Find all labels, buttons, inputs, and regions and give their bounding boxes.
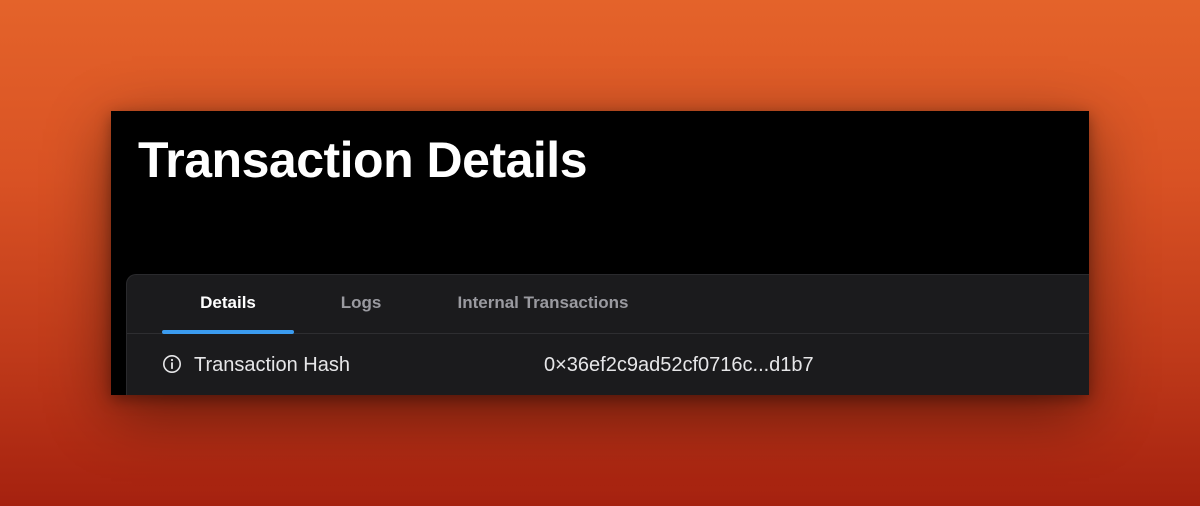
details-card: Details Logs Internal Transactions Trans… [126, 274, 1089, 395]
transaction-hash-value[interactable]: 0×36ef2c9ad52cf0716c...d1b7 [544, 352, 814, 378]
tab-logs-label: Logs [340, 293, 382, 312]
tab-internal-transactions[interactable]: Internal Transactions [444, 275, 642, 333]
info-icon[interactable] [162, 354, 182, 374]
page-title: Transaction Details [138, 132, 588, 188]
tab-bar: Details Logs Internal Transactions [127, 275, 1089, 334]
tab-internal-transactions-label: Internal Transactions [457, 293, 629, 312]
tab-logs[interactable]: Logs [322, 275, 400, 333]
transaction-hash-row: Transaction Hash 0×36ef2c9ad52cf0716c...… [127, 334, 1089, 395]
tab-details[interactable]: Details [162, 275, 294, 334]
transaction-hash-label: Transaction Hash [194, 354, 350, 376]
tab-details-label: Details [200, 293, 256, 312]
transaction-details-window: Transaction Details Details Logs Interna… [111, 111, 1089, 395]
